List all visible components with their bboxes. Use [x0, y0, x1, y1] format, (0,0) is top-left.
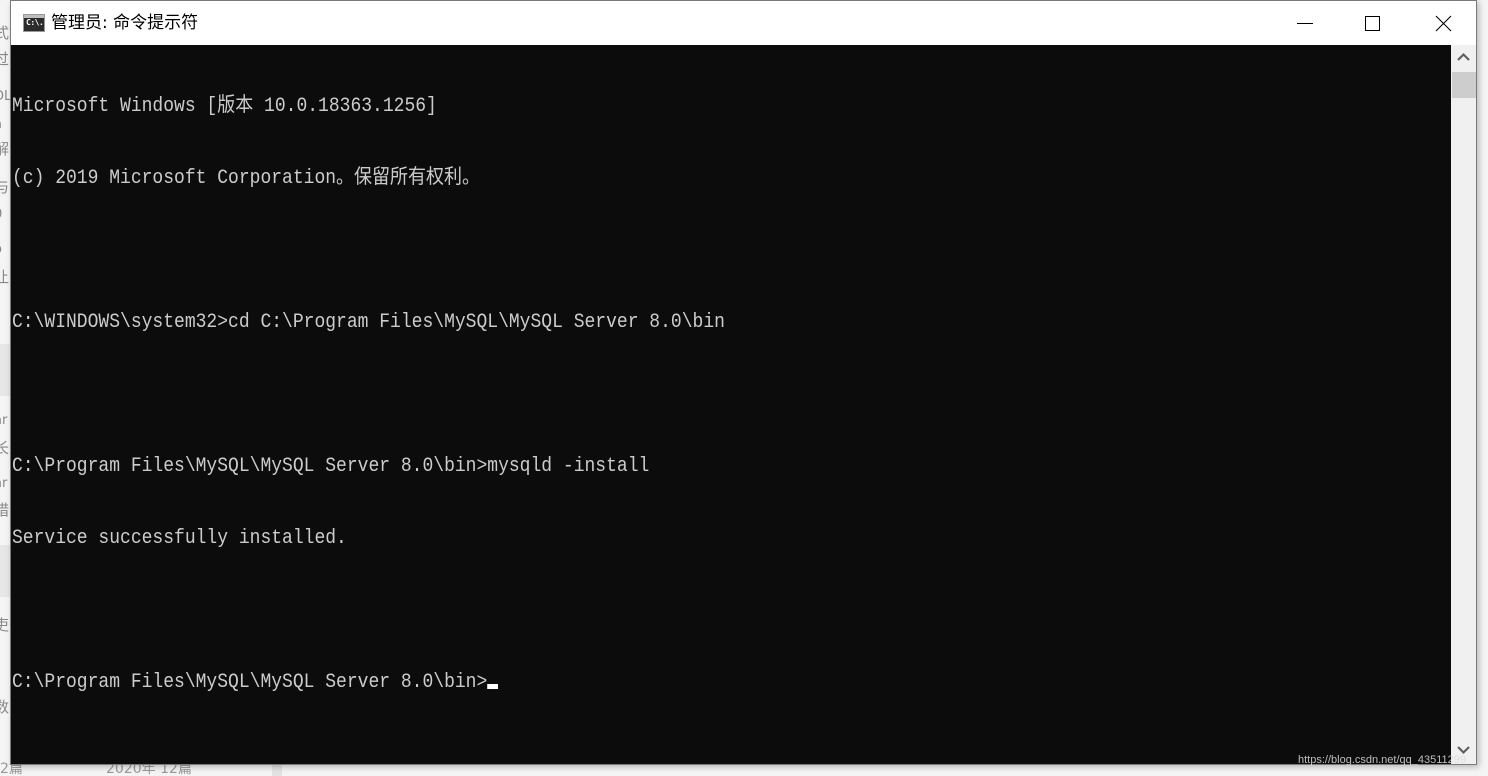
background-text: 长: [0, 439, 10, 457]
background-text: 数: [0, 698, 10, 716]
prompt-line[interactable]: C:\Program Files\MySQL\MySQL Server 8.0\…: [12, 671, 725, 695]
background-text: 让: [0, 268, 10, 286]
maximize-icon: [1365, 16, 1380, 31]
close-icon: [1435, 15, 1452, 32]
vertical-scrollbar[interactable]: [1451, 45, 1476, 764]
background-text: 过: [0, 50, 10, 68]
background-text: 与: [0, 178, 10, 196]
console-line: C:\Program Files\MySQL\MySQL Server 8.0\…: [12, 455, 650, 478]
background-text: 0: [0, 208, 2, 221]
background-text: a: [0, 118, 2, 131]
title-bar[interactable]: C:\. 管理员: 命令提示符: [11, 1, 1476, 45]
maximize-button[interactable]: [1338, 1, 1407, 45]
console-text: Microsoft Windows [版本 10.0.18363.1256] (…: [12, 47, 725, 743]
text-cursor: [487, 684, 499, 689]
minimize-button[interactable]: [1268, 1, 1337, 45]
background-text: ar: [0, 476, 8, 491]
background-text: 措: [0, 501, 10, 519]
watermark: https://blog.csdn.net/qq_43511299: [1298, 754, 1466, 766]
minimize-icon: [1297, 23, 1313, 24]
console-output[interactable]: Microsoft Windows [版本 10.0.18363.1256] (…: [11, 45, 1451, 764]
scroll-thumb[interactable]: [1452, 72, 1476, 98]
app-icon-text: C:\.: [26, 18, 44, 27]
prompt-text: C:\Program Files\MySQL\MySQL Server 8.0\…: [12, 671, 488, 694]
console-line: Service successfully installed.: [12, 527, 347, 550]
console-line: (c) 2019 Microsoft Corporation。保留所有权利。: [12, 167, 481, 190]
console-line: Microsoft Windows [版本 10.0.18363.1256]: [12, 95, 437, 118]
scroll-up-button[interactable]: [1451, 45, 1476, 69]
cmd-app-icon[interactable]: C:\.: [23, 14, 45, 32]
background-text: ar: [0, 413, 8, 428]
background-text: 吏: [0, 616, 10, 634]
background-text: 式: [0, 24, 10, 42]
background-text: 解: [0, 140, 10, 158]
chevron-up-icon: [1457, 52, 1470, 61]
close-button[interactable]: [1408, 1, 1477, 45]
background-text: o: [0, 243, 2, 256]
console-line: C:\WINDOWS\system32>cd C:\Program Files\…: [12, 311, 725, 334]
window-title: 管理员: 命令提示符: [51, 13, 199, 33]
cmd-window: C:\. 管理员: 命令提示符 Microsoft Windows [版本 10…: [10, 0, 1477, 765]
